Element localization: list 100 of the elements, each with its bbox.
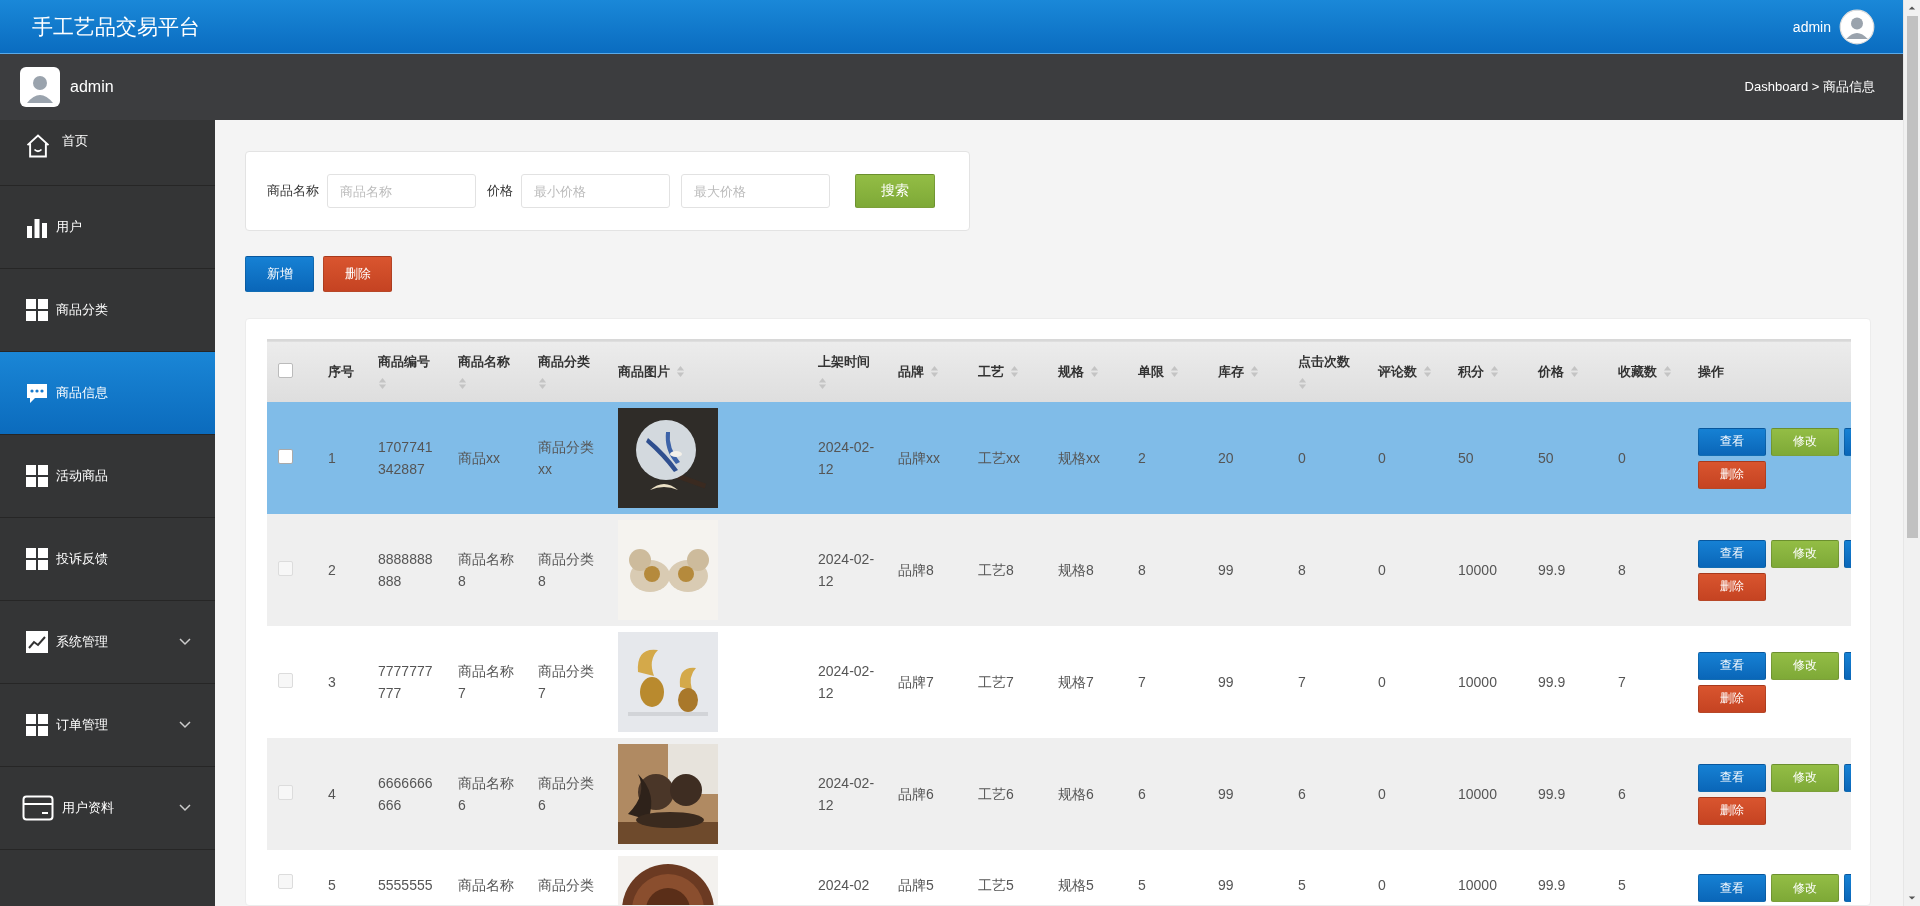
- table-cell-text: 0: [1378, 449, 1386, 468]
- grid-icon: [26, 299, 48, 321]
- sort-icon[interactable]: [1010, 365, 1019, 378]
- column-header[interactable]: 上架时间: [818, 353, 870, 371]
- column-header[interactable]: 品牌: [898, 362, 924, 381]
- table-cell-text: 99: [1218, 876, 1234, 895]
- column-header[interactable]: 商品名称: [458, 353, 510, 371]
- view-button[interactable]: 查看: [1698, 874, 1766, 902]
- column-header[interactable]: 单限: [1138, 362, 1164, 381]
- sort-icon[interactable]: [676, 365, 685, 378]
- table-cell-text: 6: [1298, 785, 1306, 804]
- table-cell-text: 1707741342887: [378, 438, 434, 479]
- table-cell-text: 99: [1218, 785, 1234, 804]
- table-cell-text: 商品分类8: [538, 550, 595, 591]
- table-cell-text: 2024-02-12: [818, 550, 876, 591]
- search-field[interactable]: 最小价格: [521, 174, 670, 208]
- table-cell-text: 1: [328, 449, 336, 468]
- sort-icon[interactable]: [1250, 365, 1259, 378]
- table-cell-text: 商品分类7: [538, 662, 595, 703]
- sort-icon[interactable]: [1423, 365, 1432, 378]
- table-cell-text: 0: [1378, 785, 1386, 804]
- sort-icon[interactable]: [458, 377, 467, 390]
- delete-button[interactable]: 删除: [1698, 796, 1766, 825]
- user-name[interactable]: admin: [1792, 18, 1831, 35]
- delete-button[interactable]: 删除: [1698, 572, 1766, 601]
- sort-icon[interactable]: [818, 377, 827, 390]
- view-button[interactable]: 查看: [1698, 651, 1766, 680]
- table-cell-text: 99: [1218, 673, 1234, 692]
- search-field[interactable]: 商品名称: [327, 174, 476, 208]
- scroll-down-icon[interactable]: [1908, 895, 1916, 901]
- table-cell-text: 2: [328, 561, 336, 580]
- column-header[interactable]: 商品图片: [618, 362, 670, 381]
- column-header[interactable]: 库存: [1218, 362, 1244, 381]
- sort-icon[interactable]: [378, 377, 387, 390]
- column-header[interactable]: 收藏数: [1618, 362, 1657, 381]
- sort-icon[interactable]: [1298, 377, 1307, 390]
- table-cell-text: 商品分类: [538, 876, 594, 895]
- table-cell-text: 3: [328, 673, 336, 692]
- table-row[interactable]: 5 5555555 商品名称 商品分类 2024-02 品牌5 工艺5 规格5 5 99 5 0 10000 99.9 5 查看 修改: [267, 850, 1851, 905]
- column-header[interactable]: 商品编号: [378, 353, 430, 371]
- table-cell-text: 2024-02-12: [818, 774, 876, 815]
- sidebar-item[interactable]: 商品信息: [0, 352, 215, 435]
- column-header[interactable]: 点击次数: [1298, 353, 1350, 371]
- column-header[interactable]: 评论数: [1378, 362, 1417, 381]
- table-cell-text: 10000: [1458, 876, 1497, 895]
- column-header[interactable]: 序号: [328, 362, 354, 381]
- column-header[interactable]: 积分: [1458, 362, 1484, 381]
- table-cell-text: 5: [1138, 876, 1146, 895]
- table-cell-text: 8: [1138, 561, 1146, 580]
- search-field[interactable]: 最大价格: [681, 174, 830, 208]
- column-header[interactable]: 规格: [1058, 362, 1084, 381]
- table-row[interactable]: 2 8888888888 商品名称8 商品分类8 2024-02-12 品牌8 工艺8 规格8 8 99 8 0 10000 99.9 8 查看 修改 删除: [267, 514, 1851, 626]
- chat-icon: [26, 382, 48, 404]
- view-button[interactable]: 查看: [1698, 539, 1766, 568]
- checkbox[interactable]: [278, 362, 293, 378]
- delete-button[interactable]: 删除: [323, 256, 392, 292]
- grid-icon: [26, 714, 48, 736]
- table-cell-text: 规格7: [1058, 673, 1094, 692]
- sort-icon[interactable]: [1570, 365, 1579, 378]
- checkbox[interactable]: [278, 561, 293, 576]
- column-header[interactable]: 操作: [1698, 362, 1724, 381]
- table-cell-text: 10000: [1458, 673, 1497, 692]
- checkbox[interactable]: [278, 874, 293, 889]
- column-header[interactable]: 商品分类: [538, 353, 590, 371]
- sort-icon[interactable]: [1663, 365, 1672, 378]
- sort-icon[interactable]: [538, 377, 547, 390]
- sidebar-item[interactable]: 系统管理: [0, 601, 215, 684]
- table-cell-text: 0: [1378, 561, 1386, 580]
- sort-icon[interactable]: [1090, 365, 1099, 378]
- table-cell-text: 7: [1618, 673, 1626, 692]
- delete-button[interactable]: 删除: [1698, 460, 1766, 489]
- table-cell-text: 6: [1618, 785, 1626, 804]
- table-row[interactable]: 3 7777777777 商品名称7 商品分类7 2024-02-12 品牌7 工艺7 规格7 7 99 7 0 10000 99.9 7 查看 修改 删除: [267, 626, 1851, 738]
- sort-icon[interactable]: [1490, 365, 1499, 378]
- avatar-icon[interactable]: [1839, 8, 1875, 45]
- table-cell-text: 10000: [1458, 561, 1497, 580]
- scrollbar-thumb[interactable]: [1906, 16, 1918, 538]
- table-row[interactable]: 1 1707741342887 商品xx 商品分类xx 2024-02-12 品牌xx 工艺xx 规格xx 2 20 0 0 50 50 0 查看 修改 删除: [267, 402, 1851, 514]
- column-header[interactable]: 工艺: [978, 362, 1004, 381]
- add-button[interactable]: 新增: [245, 256, 314, 292]
- checkbox[interactable]: [278, 785, 293, 800]
- scroll-up-icon[interactable]: [1908, 5, 1916, 11]
- sort-icon[interactable]: [1170, 365, 1179, 378]
- scrollbar[interactable]: [1903, 0, 1920, 906]
- table-cell-text: 工艺8: [978, 561, 1014, 580]
- checkbox[interactable]: [278, 449, 293, 464]
- sort-icon[interactable]: [930, 365, 939, 378]
- avatar-icon: [20, 67, 60, 107]
- checkbox[interactable]: [278, 673, 293, 688]
- view-button[interactable]: 查看: [1698, 427, 1766, 456]
- table-cell-text: 7: [1138, 673, 1146, 692]
- view-button[interactable]: 查看: [1698, 763, 1766, 792]
- column-header[interactable]: 价格: [1538, 362, 1564, 381]
- table-cell-text: 99.9: [1538, 785, 1566, 804]
- delete-button[interactable]: 删除: [1698, 684, 1766, 713]
- sidebar-label: 商品信息: [56, 384, 109, 402]
- table-cell-text: 2: [1138, 449, 1146, 468]
- sidebar-label: 首页: [62, 132, 89, 150]
- table-cell-text: 10000: [1458, 785, 1497, 804]
- card-icon: [22, 794, 54, 822]
